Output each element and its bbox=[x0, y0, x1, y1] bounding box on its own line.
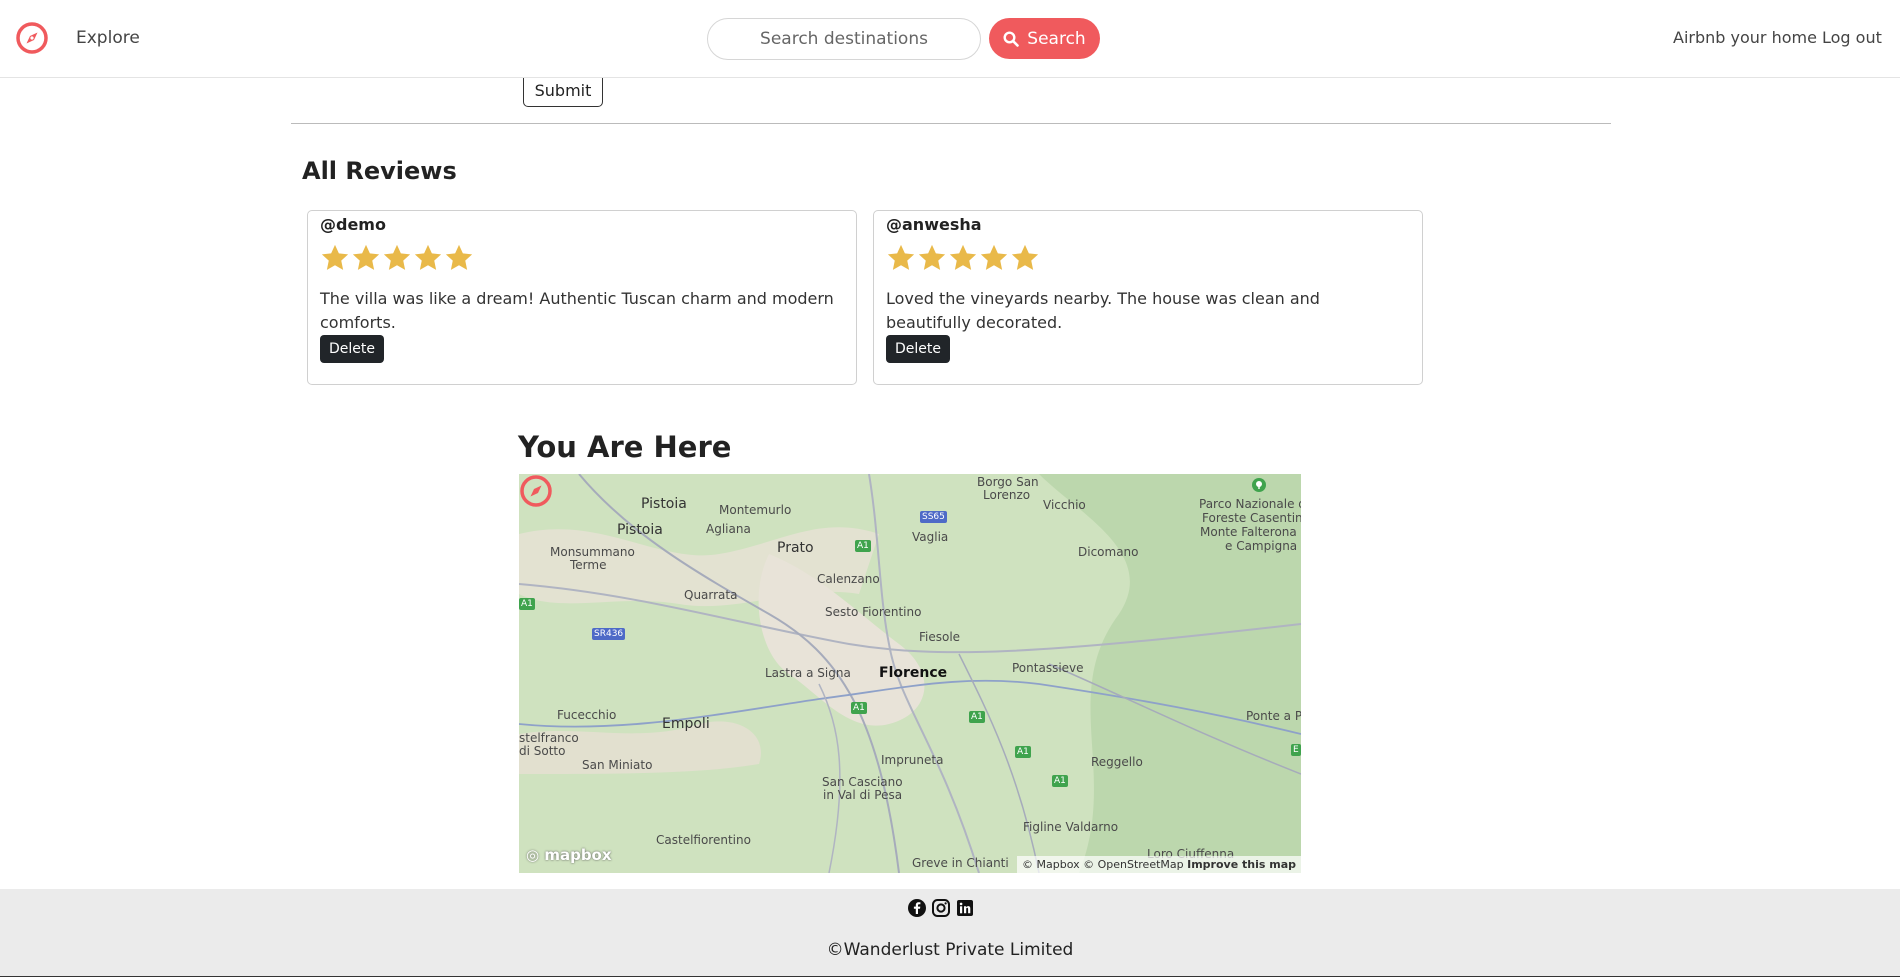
road-badge: A1 bbox=[1015, 746, 1031, 758]
review-card: @demo The villa was like a dream! Authen… bbox=[307, 210, 857, 385]
star-icon bbox=[1011, 244, 1039, 270]
map-label: Quarrata bbox=[684, 588, 738, 602]
road-badge: A1 bbox=[1052, 775, 1068, 787]
location-marker-icon[interactable] bbox=[519, 474, 553, 508]
all-reviews-heading: All Reviews bbox=[302, 157, 457, 185]
linkedin-icon[interactable] bbox=[955, 898, 975, 918]
road-badge: A1 bbox=[851, 702, 867, 714]
star-icon bbox=[887, 244, 915, 270]
road-badge: E bbox=[1291, 744, 1301, 756]
map-label: Montemurlo bbox=[719, 503, 792, 517]
star-icon bbox=[352, 244, 380, 270]
map-label: di Sotto bbox=[519, 744, 566, 758]
road-badge: SR436 bbox=[592, 628, 626, 640]
search-icon bbox=[1003, 30, 1020, 47]
footer: ©Wanderlust Private Limited bbox=[0, 889, 1900, 977]
map-label: Ponte a Po bbox=[1246, 709, 1301, 723]
road-badge: A1 bbox=[519, 598, 535, 610]
map-label-florence: Florence bbox=[879, 665, 948, 681]
road-badge: A1 bbox=[855, 540, 871, 552]
road-badge: A1 bbox=[969, 711, 985, 723]
map-label: Agliana bbox=[706, 522, 751, 536]
map-label: Sesto Fiorentino bbox=[825, 605, 922, 619]
map-label: Vicchio bbox=[1043, 498, 1086, 512]
map-label: e Campigna bbox=[1225, 539, 1298, 553]
map-label: Greve in Chianti bbox=[912, 856, 1009, 870]
delete-review-button[interactable]: Delete bbox=[886, 335, 950, 363]
star-icon bbox=[321, 244, 349, 270]
submit-review-button[interactable]: Submit bbox=[523, 73, 603, 107]
mapbox-logo-icon: ◎ bbox=[526, 846, 540, 864]
star-icon bbox=[414, 244, 442, 270]
logout-link[interactable]: Log out bbox=[1822, 28, 1882, 47]
navbar: Explore Search Airbnb your home Log out bbox=[0, 0, 1900, 78]
star-icon bbox=[445, 244, 473, 270]
map-label: Pistoia bbox=[641, 496, 687, 512]
star-icon bbox=[383, 244, 411, 270]
map-label: in Val di Pesa bbox=[823, 788, 903, 802]
star-icon bbox=[980, 244, 1008, 270]
map-label: San Miniato bbox=[582, 758, 653, 772]
improve-map-link[interactable]: Improve this map bbox=[1187, 858, 1296, 871]
attribution-osm-link[interactable]: © OpenStreetMap bbox=[1083, 858, 1184, 871]
facebook-icon[interactable] bbox=[907, 898, 927, 918]
map-label: Terme bbox=[570, 558, 607, 572]
search-button[interactable]: Search bbox=[989, 18, 1100, 59]
map-label: Dicomano bbox=[1078, 545, 1139, 559]
map-label: Prato bbox=[777, 540, 814, 556]
map[interactable]: Pistoia Montemurlo Pistoia Agliana Prato… bbox=[519, 474, 1301, 873]
airbnb-your-home-link[interactable]: Airbnb your home bbox=[1673, 28, 1817, 47]
map-label: Vaglia bbox=[912, 530, 949, 544]
park-icon bbox=[1252, 478, 1266, 492]
attribution-mapbox-link[interactable]: © Mapbox bbox=[1022, 858, 1080, 871]
map-label: Fiesole bbox=[919, 630, 961, 644]
map-label: Foreste Casentine bbox=[1202, 511, 1301, 525]
map-label: Parco Nazionale del bbox=[1199, 497, 1301, 511]
instagram-icon[interactable] bbox=[931, 898, 951, 918]
mapbox-logo[interactable]: ◎ mapbox bbox=[526, 846, 612, 864]
copyright-text: ©Wanderlust Private Limited bbox=[826, 940, 1074, 960]
mapbox-logo-text: mapbox bbox=[544, 846, 612, 864]
map-label: Castelfiorentino bbox=[656, 833, 751, 847]
map-label: Monte Falterona bbox=[1200, 525, 1297, 539]
map-label: Calenzano bbox=[817, 572, 880, 586]
map-label: Reggello bbox=[1091, 755, 1143, 769]
star-rating bbox=[320, 243, 844, 277]
search-input[interactable] bbox=[707, 18, 981, 60]
map-label: Lastra a Signa bbox=[765, 666, 851, 680]
map-label: Lorenzo bbox=[983, 488, 1031, 502]
search-button-label: Search bbox=[1027, 28, 1086, 49]
review-card: @anwesha Loved the vineyards nearby. The… bbox=[873, 210, 1423, 385]
map-attribution: © Mapbox © OpenStreetMap Improve this ma… bbox=[1017, 856, 1301, 873]
star-icon bbox=[918, 244, 946, 270]
nav-explore-link[interactable]: Explore bbox=[76, 28, 140, 48]
map-label: Figline Valdarno bbox=[1023, 820, 1119, 834]
road-badge: SS65 bbox=[920, 511, 947, 523]
review-comment: The villa was like a dream! Authentic Tu… bbox=[320, 289, 834, 332]
map-heading: You Are Here bbox=[518, 430, 732, 464]
star-rating bbox=[886, 243, 1410, 277]
map-label: Impruneta bbox=[881, 753, 944, 767]
map-label: Fucecchio bbox=[557, 708, 617, 722]
review-comment: Loved the vineyards nearby. The house wa… bbox=[886, 289, 1320, 332]
delete-review-button[interactable]: Delete bbox=[320, 335, 384, 363]
section-divider bbox=[291, 123, 1611, 124]
social-links bbox=[907, 898, 975, 918]
review-author: @demo bbox=[320, 215, 386, 234]
compass-logo-icon[interactable] bbox=[15, 21, 49, 55]
map-label: Empoli bbox=[662, 716, 710, 732]
map-label: Pontassieve bbox=[1012, 661, 1084, 675]
review-author: @anwesha bbox=[886, 215, 982, 234]
star-icon bbox=[949, 244, 977, 270]
map-label: Pistoia bbox=[617, 522, 663, 538]
